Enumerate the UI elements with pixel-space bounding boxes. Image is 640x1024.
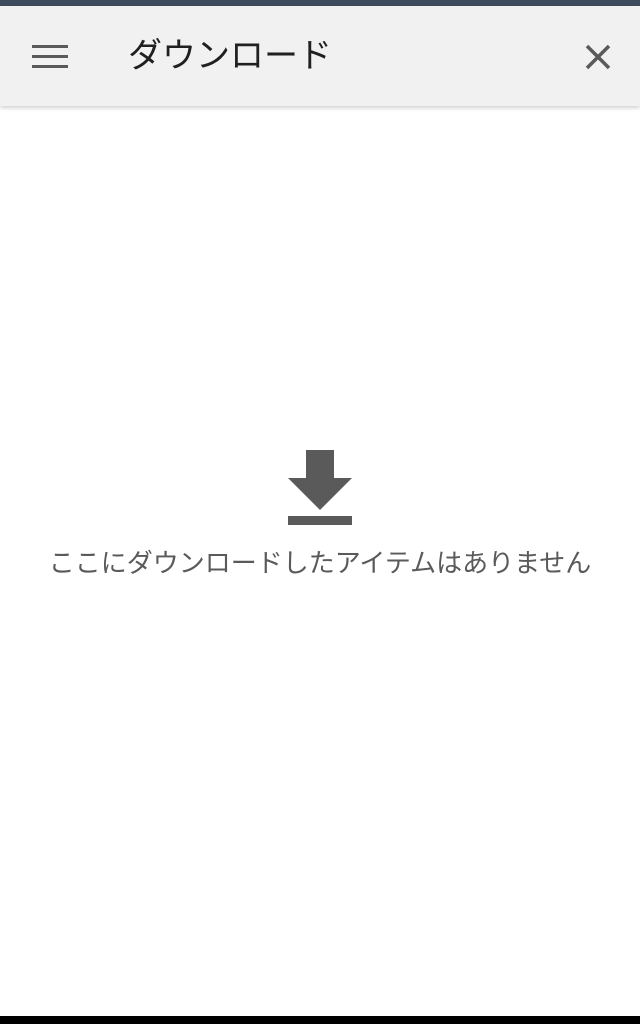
- menu-button[interactable]: [22, 31, 78, 83]
- empty-state: ここにダウンロードしたアイテムはありません: [0, 440, 640, 600]
- app-bar: ダウンロード: [0, 6, 640, 106]
- close-button[interactable]: [570, 31, 626, 83]
- menu-icon: [32, 45, 68, 68]
- page-title: ダウンロード: [128, 36, 332, 76]
- download-icon: [288, 450, 352, 525]
- downloads-screen: ダウンロード ここにダウンロードしたアイテムはありません: [0, 0, 640, 1024]
- empty-message: ここにダウンロードしたアイテムはありません: [48, 549, 592, 579]
- close-icon: [585, 44, 611, 70]
- navigation-bar: [0, 1016, 640, 1024]
